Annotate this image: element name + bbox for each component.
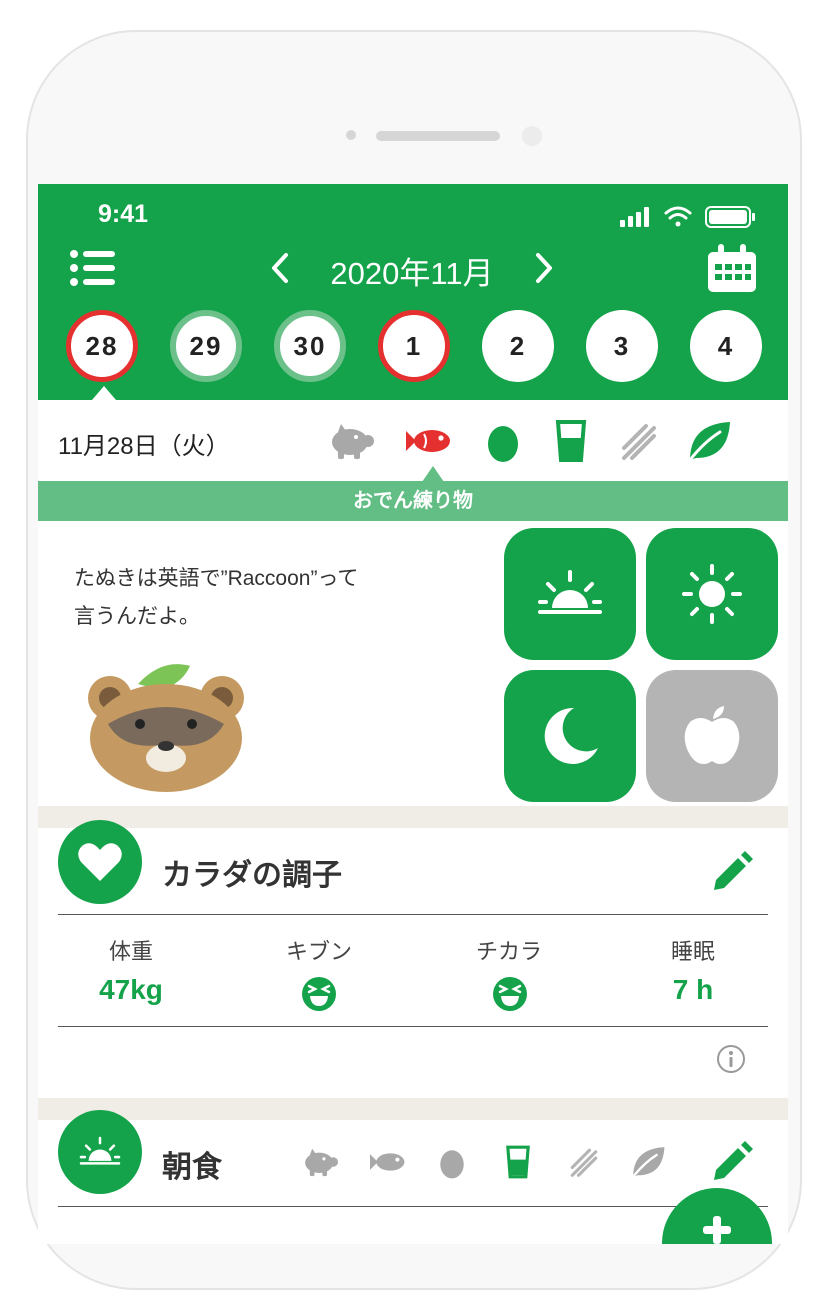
day-number: 1 <box>405 330 423 361</box>
menu-list-icon[interactable] <box>70 250 116 286</box>
weight-value: 47kg <box>99 974 163 1005</box>
message-line: 言うんだよ。 <box>74 605 200 628</box>
selected-date-label: 11月28日（火） <box>58 433 230 460</box>
apple-icon <box>684 706 740 764</box>
month-title: 2020年11月 <box>330 256 494 291</box>
day-button[interactable]: 3 <box>586 310 658 382</box>
plus-icon <box>703 1216 731 1244</box>
earpiece-speaker <box>376 131 500 141</box>
status-time: 9:41 <box>98 200 149 228</box>
dinner-button[interactable] <box>504 670 636 802</box>
day-number: 29 <box>189 330 223 361</box>
breakfast-card-title: 朝食 <box>162 1151 222 1184</box>
sunrise-icon <box>79 1136 121 1165</box>
pig-icon[interactable] <box>300 1144 340 1180</box>
info-icon[interactable] <box>716 1044 746 1074</box>
mood-label: キブン <box>285 939 352 964</box>
day-button[interactable]: 28 <box>66 310 138 382</box>
breakfast-badge <box>58 1110 142 1194</box>
proximity-sensor <box>346 130 356 140</box>
battery-icon <box>705 206 755 228</box>
pencil-icon[interactable] <box>710 850 754 894</box>
date-row: 11月28日（火） <box>38 400 788 482</box>
milk-glass-icon[interactable] <box>546 418 596 464</box>
sleep-label: 睡眠 <box>670 939 715 964</box>
section-separator <box>38 1098 788 1120</box>
category-banner: おでん練り物 <box>38 481 788 521</box>
selected-day-pointer <box>92 386 116 400</box>
heart-icon <box>78 843 122 881</box>
day-button[interactable]: 29 <box>170 310 242 382</box>
add-entry-button[interactable] <box>662 1188 772 1244</box>
lunch-button[interactable] <box>646 528 778 660</box>
day-number: 2 <box>509 330 527 361</box>
signal-icon <box>620 207 649 227</box>
snack-button[interactable] <box>646 670 778 802</box>
laughing-face-icon[interactable] <box>492 976 528 1012</box>
egg-icon[interactable] <box>478 418 528 464</box>
energy-label: チカラ <box>475 939 542 964</box>
grain-icon[interactable] <box>614 418 664 464</box>
day-button[interactable]: 2 <box>482 310 554 382</box>
chevron-right-icon[interactable] <box>532 252 556 284</box>
day-number: 30 <box>293 330 327 361</box>
moon-icon <box>544 707 598 764</box>
sunrise-icon <box>538 570 602 614</box>
body-card-title: カラダの調子 <box>162 859 342 892</box>
divider <box>58 914 768 915</box>
breakfast-button[interactable] <box>504 528 636 660</box>
heart-badge <box>58 820 142 904</box>
section-separator <box>38 806 788 828</box>
raccoon-mascot-icon <box>88 664 244 792</box>
wifi-icon <box>664 206 692 227</box>
calendar-icon[interactable] <box>706 244 758 294</box>
pig-icon[interactable] <box>326 418 376 464</box>
pencil-icon[interactable] <box>710 1140 754 1184</box>
status-icons <box>620 206 755 228</box>
category-pointer <box>422 466 444 482</box>
fish-icon[interactable] <box>368 1144 408 1180</box>
day-number: 4 <box>717 330 735 361</box>
grain-icon[interactable] <box>564 1144 604 1180</box>
chevron-left-icon[interactable] <box>268 252 292 284</box>
weight-label: 体重 <box>108 939 153 964</box>
app-screen: 9:41 2020年11月 28 29 30 1 2 3 4 11月28日（火） <box>38 184 788 1244</box>
milk-glass-icon[interactable] <box>498 1144 538 1180</box>
day-number: 28 <box>85 330 119 361</box>
day-button[interactable]: 4 <box>690 310 762 382</box>
egg-icon[interactable] <box>432 1144 472 1180</box>
app-header: 9:41 2020年11月 28 29 30 1 2 3 4 <box>38 184 788 400</box>
front-camera <box>522 126 542 146</box>
divider <box>58 1026 768 1027</box>
mascot-message: たぬきは英語で”Raccoon”って 言うんだよ。 <box>74 560 474 636</box>
leaf-icon[interactable] <box>684 418 734 464</box>
fish-icon[interactable] <box>404 418 454 464</box>
sun-icon <box>682 564 742 624</box>
day-button[interactable]: 30 <box>274 310 346 382</box>
day-button[interactable]: 1 <box>378 310 450 382</box>
message-line: たぬきは英語で”Raccoon”って <box>74 567 359 590</box>
leaf-icon[interactable] <box>628 1144 668 1180</box>
day-number: 3 <box>613 330 631 361</box>
laughing-face-icon[interactable] <box>301 976 337 1012</box>
sleep-value: 7 h <box>672 974 714 1005</box>
